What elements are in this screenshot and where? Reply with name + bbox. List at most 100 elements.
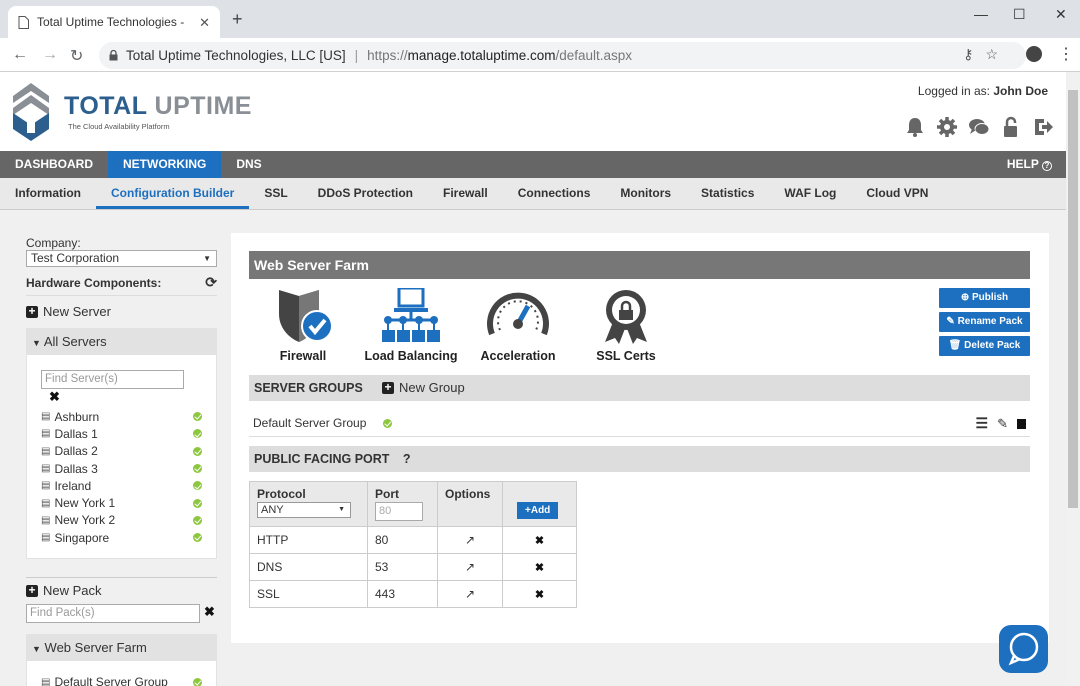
refresh-icon[interactable]: ⟳ <box>205 274 217 291</box>
main-nav: DASHBOARD NETWORKING DNS HELP ? <box>0 151 1066 178</box>
maximize-icon[interactable]: ☐ <box>1013 6 1026 23</box>
external-link-icon[interactable]: ↗ <box>437 526 503 554</box>
window-close-icon[interactable]: ✕ <box>1055 6 1067 23</box>
tab-title: Total Uptime Technologies - Clou <box>37 15 187 29</box>
forward-icon[interactable]: → <box>42 46 58 64</box>
caret-down-icon: ▼ <box>203 254 211 263</box>
find-server-input[interactable]: Find Server(s) <box>41 370 184 389</box>
help-icon: ? <box>1042 161 1052 171</box>
delete-row-icon[interactable]: ✖ <box>502 526 577 554</box>
pack-header[interactable]: ▼ Web Server Farm <box>26 634 217 662</box>
server-item[interactable]: ▤ Dallas 1 <box>41 425 202 442</box>
browser-tabstrip: Total Uptime Technologies - Clou ✕ + — ☐… <box>0 0 1080 38</box>
server-item[interactable]: ▤ New York 2 <box>41 512 202 529</box>
port-cell: 53 <box>367 553 438 581</box>
check-icon <box>383 418 393 428</box>
logout-icon[interactable] <box>1032 116 1054 138</box>
server-item[interactable]: ▤ Dallas 3 <box>41 460 202 477</box>
add-button[interactable]: +Add <box>517 502 559 519</box>
tab-cloud-vpn[interactable]: Cloud VPN <box>851 178 943 209</box>
company-label: Company: <box>26 236 81 250</box>
chat-bubble-icon <box>1008 632 1039 666</box>
nav-networking[interactable]: NETWORKING <box>108 151 222 178</box>
check-icon <box>193 464 202 474</box>
logo-icon <box>13 83 49 141</box>
find-pack-input[interactable]: Find Pack(s) <box>26 604 200 624</box>
brand-tagline: The Cloud Availability Platform <box>68 122 170 131</box>
rename-pack-button[interactable]: ✎ Rename Pack <box>939 312 1030 332</box>
unlock-icon[interactable] <box>1000 116 1022 138</box>
help-link[interactable]: HELP ? <box>1007 151 1052 178</box>
bell-icon[interactable] <box>904 116 926 138</box>
new-pack-button[interactable]: + New Pack <box>26 583 217 598</box>
chat-icon[interactable] <box>968 116 990 138</box>
server-icon: ▤ <box>41 676 51 686</box>
delete-pack-button[interactable]: 🗑 Delete Pack <box>939 336 1030 356</box>
menu-icon[interactable]: ☰ <box>976 410 989 437</box>
feature-label: Acceleration <box>480 349 556 363</box>
reload-icon[interactable]: ↻ <box>70 46 83 66</box>
tab-monitors[interactable]: Monitors <box>605 178 686 209</box>
options-header: Options <box>437 481 503 527</box>
tab-connections[interactable]: Connections <box>503 178 606 209</box>
nav-dns[interactable]: DNS <box>221 151 276 178</box>
omnibox-actions: ⚷☆ <box>963 46 1010 63</box>
nav-dashboard[interactable]: DASHBOARD <box>0 151 108 178</box>
external-link-icon[interactable]: ↗ <box>437 553 503 581</box>
back-icon[interactable]: ← <box>12 46 28 64</box>
server-item[interactable]: ▤ Ireland <box>41 477 202 494</box>
server-item[interactable]: ▤ Dallas 2 <box>41 443 202 460</box>
pack-group-item[interactable]: ▤ Default Server Group <box>41 673 202 686</box>
tab-information[interactable]: Information <box>0 178 96 209</box>
caret-down-icon: ▼ <box>32 644 41 655</box>
delete-row-icon[interactable]: ✖ <box>502 553 577 581</box>
check-icon <box>193 533 202 543</box>
all-servers-header[interactable]: ▼ All Servers <box>26 328 217 355</box>
star-icon[interactable]: ☆ <box>985 46 1010 62</box>
key-icon[interactable]: ⚷ <box>963 46 985 62</box>
public-port-bar: PUBLIC FACING PORT ? <box>249 446 1030 472</box>
feature-ssl-certs[interactable]: SSL Certs <box>596 288 656 363</box>
company-select[interactable]: Test Corporation ▼ <box>26 250 217 267</box>
clear-icon[interactable]: ✖ <box>49 389 60 404</box>
publish-button[interactable]: ⊕ Publish <box>939 288 1030 308</box>
help-icon[interactable]: ? <box>403 452 411 466</box>
feature-load-balancing[interactable]: Load Balancing <box>364 288 458 363</box>
profile-icon[interactable] <box>1026 46 1042 62</box>
tab-ddos-protection[interactable]: DDoS Protection <box>303 178 428 209</box>
port-header: Port 80 <box>367 481 438 527</box>
clear-icon[interactable]: ✖ <box>204 604 215 619</box>
server-item[interactable]: ▤ New York 1 <box>41 494 202 511</box>
new-server-button[interactable]: + New Server <box>26 304 217 319</box>
tab-firewall[interactable]: Firewall <box>428 178 503 209</box>
tab-waf-log[interactable]: WAF Log <box>769 178 851 209</box>
table-header-row: Protocol ANY ▼ Port 80 Options +Add <box>249 481 577 527</box>
new-tab-icon[interactable]: + <box>232 10 243 28</box>
browser-menu-icon[interactable]: ⋮ <box>1058 44 1074 64</box>
tab-statistics[interactable]: Statistics <box>686 178 769 209</box>
feature-acceleration[interactable]: Acceleration <box>479 288 557 363</box>
certificate-lock-icon <box>605 290 647 344</box>
new-group-button[interactable]: + New Group <box>382 375 465 401</box>
url-field[interactable]: Total Uptime Technologies, LLC [US] | ht… <box>99 42 1026 69</box>
close-tab-icon[interactable]: ✕ <box>199 15 210 31</box>
tab-configuration-builder[interactable]: Configuration Builder <box>96 178 250 209</box>
feature-firewall[interactable]: Firewall <box>272 288 334 363</box>
server-item[interactable]: ▤ Ashburn <box>41 408 202 425</box>
protocol-select[interactable]: ANY ▼ <box>257 502 351 518</box>
trash-icon[interactable] <box>1017 418 1026 429</box>
scrollbar-thumb[interactable] <box>1068 90 1078 508</box>
live-chat-button[interactable] <box>999 625 1048 673</box>
server-item[interactable]: ▤ Singapore <box>41 529 202 546</box>
ports-table: Protocol ANY ▼ Port 80 Options +Add HTTP … <box>249 481 577 608</box>
minimize-icon[interactable]: — <box>974 6 988 22</box>
feature-label: SSL Certs <box>596 349 656 363</box>
delete-row-icon[interactable]: ✖ <box>502 580 577 608</box>
port-input[interactable]: 80 <box>375 502 423 521</box>
server-group-row[interactable]: Default Server Group ☰ ✎ <box>249 410 1030 437</box>
external-link-icon[interactable]: ↗ <box>437 580 503 608</box>
browser-tab[interactable]: Total Uptime Technologies - Clou ✕ <box>8 6 220 38</box>
tab-ssl[interactable]: SSL <box>249 178 302 209</box>
gear-icon[interactable] <box>936 116 958 138</box>
pencil-icon[interactable]: ✎ <box>997 410 1008 437</box>
